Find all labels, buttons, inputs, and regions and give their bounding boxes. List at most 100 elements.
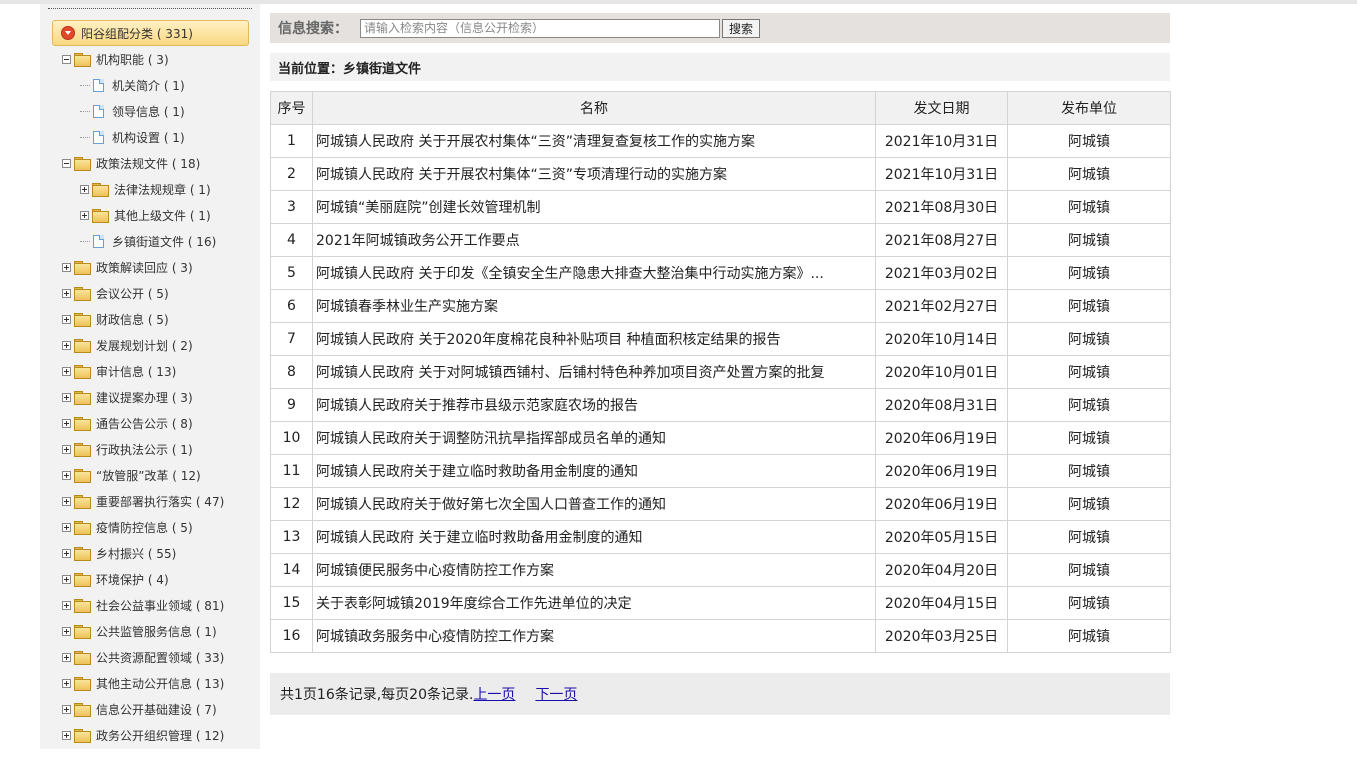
row-name[interactable]: 阿城镇人民政府 关于开展农村集体“三资”专项清理行动的实施方案 (312, 157, 876, 191)
row-date: 2021年08月27日 (875, 223, 1008, 257)
row-name[interactable]: 关于表彰阿城镇2019年度综合工作先进单位的决定 (312, 586, 876, 620)
tree-item-label: 机构设置 ( 1) (112, 130, 185, 145)
collapse-icon[interactable] (62, 158, 71, 168)
row-publisher: 阿城镇 (1007, 586, 1171, 620)
search-button[interactable]: 搜索 (722, 18, 761, 38)
expand-icon[interactable] (62, 418, 71, 428)
row-name[interactable]: 阿城镇人民政府 关于建立临时救助备用金制度的通知 (312, 520, 876, 554)
row-date: 2021年03月02日 (875, 256, 1008, 290)
tree-item-label: 发展规划计划 ( 2) (96, 338, 193, 353)
tree-item[interactable]: 其他主动公开信息 ( 13) (62, 673, 224, 693)
tree-item[interactable]: 领导信息 ( 1) (80, 101, 185, 121)
document-icon (93, 104, 104, 118)
tree-item[interactable]: 其他上级文件 ( 1) (80, 205, 211, 225)
row-date: 2020年05月15日 (875, 520, 1008, 554)
row-name[interactable]: 阿城镇人民政府关于推荐市县级示范家庭农场的报告 (312, 388, 876, 422)
tree-item[interactable]: 政策法规文件 ( 18) (62, 153, 200, 173)
expand-icon[interactable] (62, 704, 71, 714)
tree-item[interactable]: 财政信息 ( 5) (62, 309, 169, 329)
tree-item[interactable]: 机构职能 ( 3) (62, 49, 169, 69)
expand-icon[interactable] (62, 288, 71, 298)
tree-root[interactable]: 阳谷组配分类 ( 331) (52, 20, 249, 46)
tree-item[interactable]: “放管服”改革 ( 12) (62, 465, 201, 485)
tree-item[interactable]: 发展规划计划 ( 2) (62, 335, 193, 355)
expand-icon[interactable] (62, 626, 71, 636)
row-name[interactable]: 2021年阿城镇政务公开工作要点 (312, 223, 876, 257)
tree-item[interactable]: 会议公开 ( 5) (62, 283, 169, 303)
row-name[interactable]: 阿城镇人民政府 关于印发《全镇安全生产隐患大排查大整治集中行动实施方案》... (312, 256, 876, 290)
expand-icon[interactable] (80, 184, 89, 194)
folder-icon (74, 625, 91, 639)
expand-icon[interactable] (62, 392, 71, 402)
tree-item[interactable]: 机构设置 ( 1) (80, 127, 185, 147)
tree-item[interactable]: 通告公告公示 ( 8) (62, 413, 193, 433)
expand-icon[interactable] (62, 444, 71, 454)
row-name[interactable]: 阿城镇人民政府关于建立临时救助备用金制度的通知 (312, 454, 876, 488)
collapse-circle-icon[interactable] (61, 26, 75, 40)
row-name[interactable]: 阿城镇“美丽庭院”创建长效管理机制 (312, 190, 876, 224)
row-publisher: 阿城镇 (1007, 124, 1171, 158)
tree-item[interactable]: 行政执法公示 ( 1) (62, 439, 193, 459)
tree-item[interactable]: 乡村振兴 ( 55) (62, 543, 176, 563)
tree-item[interactable]: 公共监管服务信息 ( 1) (62, 621, 217, 641)
table-row: 7 阿城镇人民政府 关于2020年度棉花良种补贴项目 种植面积核定结果的报告 202… (270, 322, 1171, 356)
expand-icon[interactable] (62, 496, 71, 506)
tree-item[interactable]: 信息公开基础建设 ( 7) (62, 699, 217, 719)
expand-icon[interactable] (62, 314, 71, 324)
table-row: 2 阿城镇人民政府 关于开展农村集体“三资”专项清理行动的实施方案 2021年10月… (270, 157, 1171, 191)
tree-item-label: 乡村振兴 ( 55) (96, 546, 177, 561)
tree-item[interactable]: 公共资源配置领域 ( 33) (62, 647, 224, 667)
expand-icon[interactable] (62, 470, 71, 480)
expand-icon[interactable] (62, 340, 71, 350)
tree-item[interactable]: 政务公开组织管理 ( 12) (62, 725, 224, 745)
table-row: 3 阿城镇“美丽庭院”创建长效管理机制 2021年08月30日 阿城镇 (270, 190, 1171, 224)
tree-item-label: 建议提案办理 ( 3) (96, 390, 193, 405)
table-row: 8 阿城镇人民政府 关于对阿城镇西铺村、后铺村特色种养加项目资产处置方案的批复 20… (270, 355, 1171, 389)
pagination: 共1页16条记录,每页20条记录. 上一页 下一页 (270, 673, 1170, 715)
tree-item[interactable]: 疫情防控信息 ( 5) (62, 517, 193, 537)
tree-item[interactable]: 乡镇街道文件 ( 16) (80, 231, 216, 251)
row-name[interactable]: 阿城镇人民政府关于调整防汛抗旱指挥部成员名单的通知 (312, 421, 876, 455)
tree-item[interactable]: 重要部署执行落实 ( 47) (62, 491, 224, 511)
row-name[interactable]: 阿城镇人民政府关于做好第七次全国人口普查工作的通知 (312, 487, 876, 521)
expand-icon[interactable] (62, 262, 71, 272)
expand-icon[interactable] (80, 210, 89, 220)
tree-item[interactable]: 审计信息 ( 13) (62, 361, 176, 381)
next-page-link[interactable]: 下一页 (535, 684, 577, 704)
expand-icon[interactable] (62, 574, 71, 584)
row-name[interactable]: 阿城镇人民政府 关于2020年度棉花良种补贴项目 种植面积核定结果的报告 (312, 322, 876, 356)
expand-icon[interactable] (62, 600, 71, 610)
pagination-summary: 共1页16条记录,每页20条记录. (280, 687, 474, 703)
tree-item[interactable]: 机关简介 ( 1) (80, 75, 185, 95)
tree-item-label: 政务公开组织管理 ( 12) (96, 728, 225, 743)
expand-icon[interactable] (62, 678, 71, 688)
expand-icon[interactable] (62, 652, 71, 662)
row-name[interactable]: 阿城镇便民服务中心疫情防控工作方案 (312, 553, 876, 587)
tree-item[interactable]: 社会公益事业领域 ( 81) (62, 595, 224, 615)
table-row: 9 阿城镇人民政府关于推荐市县级示范家庭农场的报告 2020年08月31日 阿城镇 (270, 388, 1171, 422)
tree-item-label: 信息公开基础建设 ( 7) (96, 702, 217, 717)
tree-item[interactable]: 环境保护 ( 4) (62, 569, 169, 589)
tree-item[interactable]: 政策解读回应 ( 3) (62, 257, 193, 277)
search-input[interactable] (360, 18, 720, 38)
tree-item[interactable]: 法律法规规章 ( 1) (80, 179, 211, 199)
row-name[interactable]: 阿城镇人民政府 关于对阿城镇西铺村、后铺村特色种养加项目资产处置方案的批复 (312, 355, 876, 389)
expand-icon[interactable] (62, 548, 71, 558)
row-publisher: 阿城镇 (1007, 355, 1171, 389)
header-index: 序号 (270, 91, 313, 125)
expand-icon[interactable] (62, 522, 71, 532)
prev-page-link[interactable]: 上一页 (473, 684, 515, 704)
collapse-icon[interactable] (62, 54, 71, 64)
folder-icon (74, 443, 91, 457)
table-row: 13 阿城镇人民政府 关于建立临时救助备用金制度的通知 2020年05月15日 阿城镇 (270, 520, 1171, 554)
tree-connector (80, 240, 90, 242)
row-publisher: 阿城镇 (1007, 322, 1171, 356)
row-name[interactable]: 阿城镇人民政府 关于开展农村集体“三资”清理复查复核工作的实施方案 (312, 124, 876, 158)
row-name[interactable]: 阿城镇春季林业生产实施方案 (312, 289, 876, 323)
row-publisher: 阿城镇 (1007, 157, 1171, 191)
row-publisher: 阿城镇 (1007, 619, 1171, 653)
tree-item[interactable]: 建议提案办理 ( 3) (62, 387, 193, 407)
row-name[interactable]: 阿城镇政务服务中心疫情防控工作方案 (312, 619, 876, 653)
expand-icon[interactable] (62, 366, 71, 376)
expand-icon[interactable] (62, 730, 71, 740)
